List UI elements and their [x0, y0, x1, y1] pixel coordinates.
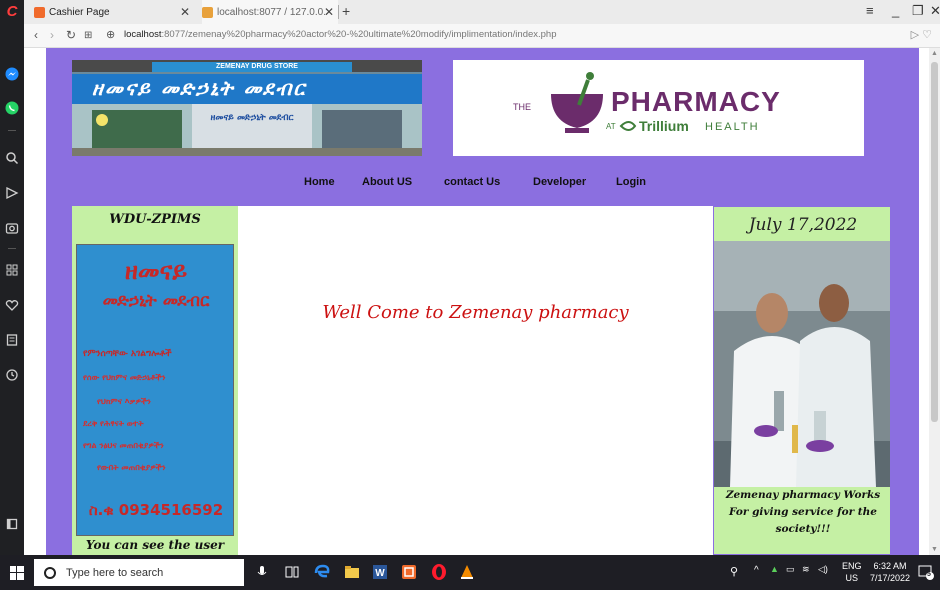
- poster-line5: የግል ንፅህና መጠበቂያዎችን: [83, 441, 164, 450]
- browser-app-icon[interactable]: [400, 563, 418, 581]
- close-tab-icon[interactable]: ✕: [180, 5, 190, 19]
- new-tab-button[interactable]: +: [342, 3, 350, 19]
- sidebar-toggle-icon[interactable]: [4, 516, 20, 532]
- people-icon[interactable]: ⚲: [730, 565, 738, 578]
- address-bar: ‹ › ↻ ⊞ ⊕ localhost:8077/zemenay%20pharm…: [24, 24, 940, 48]
- tray-app-icon[interactable]: ▲: [770, 564, 779, 574]
- logo-the: THE: [513, 102, 531, 112]
- poster-phone: ስ.ቁ 0934516592: [88, 501, 224, 519]
- taskbar-search[interactable]: Type here to search: [34, 559, 244, 586]
- nav-contact-us[interactable]: contact Us: [444, 176, 500, 188]
- nav-about-us[interactable]: About US: [362, 176, 412, 188]
- welcome-message: Well Come to Zemenay pharmacy: [322, 302, 629, 323]
- windows-taskbar: Type here to search W ⚲ ^ ▲ ▭ ≋ ◁) ENG U…: [0, 555, 940, 590]
- battery-icon[interactable]: ▭: [786, 564, 795, 575]
- language-indicator[interactable]: ENG US: [842, 560, 862, 584]
- send-icon[interactable]: [4, 185, 20, 201]
- poster-line1: የምንሰጣቸው አገልግሎቶች: [83, 349, 172, 359]
- volume-icon[interactable]: ◁): [818, 564, 828, 575]
- poster-title1: ዘመናይ: [124, 257, 188, 285]
- tab-menu-icon[interactable]: ≡: [866, 3, 874, 18]
- task-view-icon[interactable]: [283, 563, 301, 581]
- scroll-thumb[interactable]: [931, 62, 938, 422]
- microphone-icon[interactable]: [253, 563, 271, 581]
- store-sign-small: ዘመናይ መድኃኒት መደብር: [210, 113, 294, 123]
- logo-pharmacy: PHARMACY: [611, 86, 781, 117]
- logo-at: AT: [606, 122, 616, 131]
- back-icon[interactable]: ‹: [34, 28, 38, 42]
- pharmacy-logo-banner: THE PHARMACY AT Trillium HEALTH: [453, 60, 864, 156]
- scroll-down-icon[interactable]: ▼: [931, 546, 938, 553]
- poster-line4: ደረቅ የሕፃናት ወተት: [83, 419, 144, 428]
- main-content: Well Come to Zemenay pharmacy: [238, 206, 713, 555]
- nav-login[interactable]: Login: [616, 176, 646, 188]
- history-icon[interactable]: [4, 367, 20, 383]
- edge-icon[interactable]: [313, 563, 331, 581]
- poster-line3: የህክምና እቃዎችን: [97, 397, 151, 406]
- poster-line6: የውበት መጠበቂያዎችን: [97, 463, 166, 472]
- page-favicon-icon: [34, 6, 45, 18]
- tab-localhost[interactable]: localhost:8077 / 127.0.0.1 ✕: [202, 0, 338, 24]
- heart-bookmark-icon[interactable]: ▷ ♡: [911, 28, 932, 41]
- store-sign-english: ZEMENAY DRUG STORE: [216, 63, 298, 70]
- close-window-icon[interactable]: ✕: [930, 3, 940, 19]
- page-background: ዘመናይ መድኃኒት መደብር ZEMENAY DRUG STORE ዘመናይ …: [46, 48, 919, 555]
- screen: C Cashier Page ✕ localhost:8077 / 127.0.…: [0, 0, 940, 590]
- camera-icon[interactable]: [4, 220, 20, 236]
- storefront-photo: ዘመናይ መድኃኒት መደብር ZEMENAY DRUG STORE ዘመናይ …: [72, 60, 422, 156]
- nav-developer[interactable]: Developer: [533, 176, 586, 188]
- cortana-icon: [44, 566, 56, 579]
- file-explorer-icon[interactable]: [343, 563, 361, 581]
- tab-cashier-page[interactable]: Cashier Page ✕: [34, 0, 194, 24]
- store-sign-amharic: ዘመናይ መድኃኒት መደብር: [92, 76, 307, 100]
- poster-title2: መድኃኒት መደብር: [102, 291, 210, 311]
- user-caption: You can see the user: [85, 538, 225, 552]
- system-title: WDU-ZPIMS: [109, 212, 201, 227]
- vlc-icon[interactable]: [458, 563, 476, 581]
- service-slogan: Zemenay pharmacy Works For giving servic…: [725, 489, 881, 535]
- left-column: WDU-ZPIMS ዘመናይ መድኃኒት መደብር የምንሰጣቸው አገልግሎቶ…: [72, 206, 238, 555]
- store-poster: ዘመናይ መድኃኒት መደብር የምንሰጣቸው አገልግሎቶች የሰው የህክም…: [76, 244, 234, 536]
- nav-home[interactable]: Home: [304, 176, 335, 188]
- logo-health: HEALTH: [705, 121, 760, 133]
- current-date: July 17,2022: [748, 215, 858, 235]
- svg-text:W: W: [375, 568, 385, 579]
- site-info-icon[interactable]: ⊕: [106, 28, 115, 41]
- tray-overflow-icon[interactable]: ^: [754, 565, 759, 576]
- scroll-up-icon[interactable]: ▲: [931, 50, 938, 57]
- logo-trillium: Trillium: [639, 118, 689, 134]
- apps-icon[interactable]: [4, 262, 20, 278]
- notification-center-icon[interactable]: 5: [918, 564, 934, 580]
- speed-dial-icon[interactable]: ⊞: [84, 30, 92, 41]
- start-button-icon[interactable]: [10, 566, 24, 580]
- clock[interactable]: 6:32 AM 7/17/2022: [866, 560, 914, 584]
- url-field[interactable]: localhost:8077/zemenay%20pharmacy%20acto…: [124, 29, 557, 40]
- whatsapp-icon[interactable]: [4, 100, 20, 116]
- close-tab-icon[interactable]: ✕: [324, 5, 334, 19]
- notes-icon[interactable]: [4, 332, 20, 348]
- pharmacists-photo: [714, 241, 890, 487]
- search-icon[interactable]: [4, 150, 20, 166]
- page-viewport: ዘመናይ መድኃኒት መደብር ZEMENAY DRUG STORE ዘመናይ …: [24, 48, 940, 555]
- minimize-icon[interactable]: _: [892, 3, 899, 18]
- browser-logo-icon[interactable]: C: [4, 4, 20, 20]
- phpmyadmin-favicon-icon: [202, 6, 213, 18]
- restore-icon[interactable]: ❐: [912, 3, 924, 19]
- reload-icon[interactable]: ↻: [66, 28, 76, 42]
- tab-label: localhost:8077 / 127.0.0.1: [217, 6, 327, 18]
- poster-line2: የሰው የህክምና መድኃኒቶችን: [83, 373, 166, 382]
- browser-sidebar: C: [0, 0, 24, 555]
- forward-icon[interactable]: ›: [50, 28, 54, 42]
- tab-bar: Cashier Page ✕ localhost:8077 / 127.0.0.…: [24, 0, 940, 24]
- opera-icon[interactable]: [430, 563, 448, 581]
- vertical-scrollbar[interactable]: ▲ ▼: [929, 48, 940, 555]
- right-column: July 17,2022 Zemenay pharmacy Works For …: [713, 206, 891, 555]
- word-icon[interactable]: W: [371, 563, 389, 581]
- wifi-icon[interactable]: ≋: [802, 564, 810, 575]
- tab-label: Cashier Page: [49, 6, 110, 18]
- main-nav: Home About US contact Us Developer Login: [46, 176, 919, 194]
- heart-icon[interactable]: [4, 297, 20, 313]
- messenger-icon[interactable]: [4, 66, 20, 82]
- search-placeholder: Type here to search: [66, 566, 164, 579]
